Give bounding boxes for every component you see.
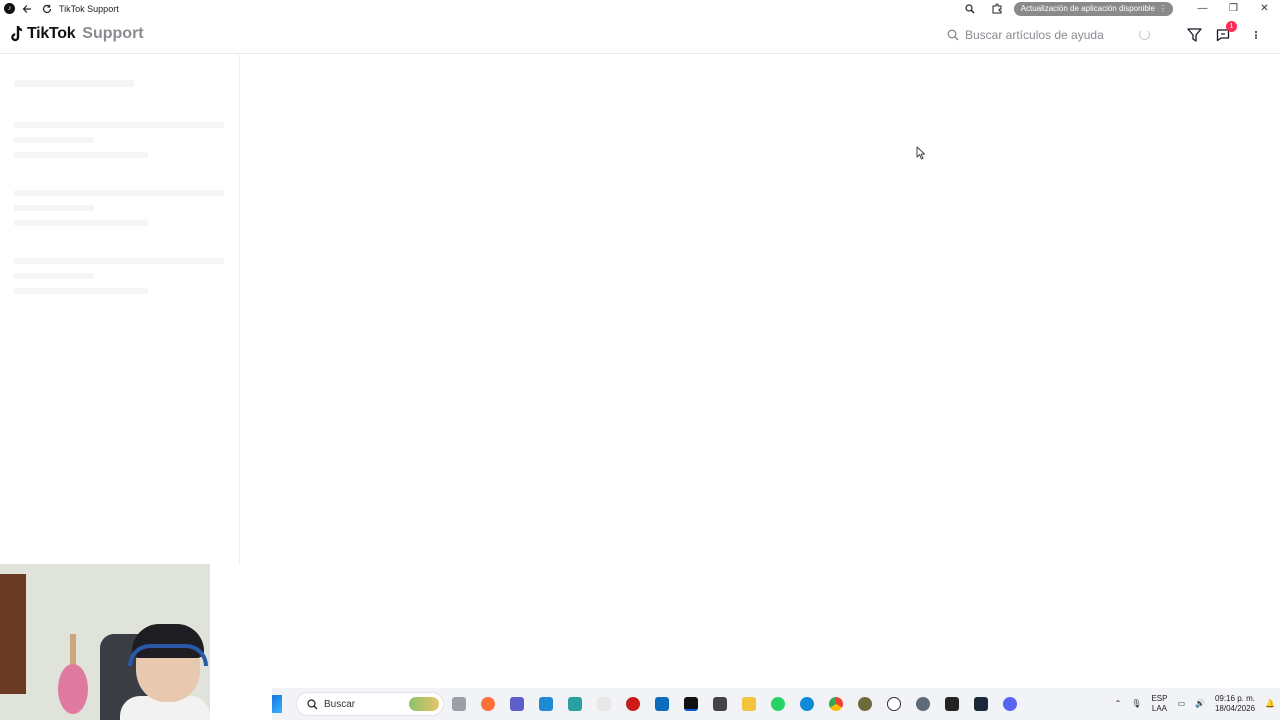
headset [128,644,208,666]
mail-icon[interactable] [647,688,676,720]
update-label: Actualización de aplicación disponible [1020,4,1155,13]
skeleton-bar [14,220,148,226]
webcam-overlay [0,564,210,720]
microphone-icon[interactable]: 🎙 [1131,699,1141,709]
taskbar-search-label: Buscar [324,698,356,710]
tiktok-support-logo[interactable]: TikTok Support [10,25,144,43]
language-bottom: LAA [1151,704,1167,713]
language-top: ESP [1151,694,1168,703]
skeleton-bar [14,205,94,211]
help-search-box[interactable] [938,22,1163,47]
filter-icon[interactable] [1185,26,1203,44]
site-header: TikTok Support 1 [0,17,1280,54]
terminal-icon[interactable] [589,688,618,720]
guitar [58,664,88,714]
tiktok-note-icon [11,26,23,42]
reload-icon[interactable] [39,1,55,17]
skeleton-bar [14,122,224,128]
restore-button[interactable]: ❐ [1218,0,1249,17]
teams-icon[interactable] [502,688,531,720]
clock-date: 18/04/2026 [1214,704,1256,713]
app-logo-icon: ♪ [4,3,15,14]
minimize-button[interactable]: — [1187,0,1218,17]
search-input[interactable] [965,27,1135,42]
folder-icon[interactable] [734,688,763,720]
search-highlight-icon [409,697,439,711]
brand-name: TikTok [27,25,76,42]
start-button[interactable] [272,695,282,713]
edge-icon[interactable] [792,688,821,720]
search-icon [947,29,959,40]
network-icon[interactable]: ▭ [1177,699,1185,709]
more-vertical-icon: ⋮ [1159,4,1167,13]
volume-icon[interactable]: 🔊 [1195,699,1205,709]
whatsapp-icon[interactable] [763,688,792,720]
window-title: TikTok Support [59,3,119,14]
skeleton-bar [14,258,224,264]
skeleton-bar [14,80,134,87]
notification-badge: 1 [1226,21,1237,32]
firefox-icon[interactable] [473,688,502,720]
gamepad-icon[interactable] [850,688,879,720]
sidebar-loading-skeleton [0,54,240,564]
clock[interactable]: 09:16 p. m. 18/04/2026 [1215,694,1255,714]
capcut-icon[interactable] [937,688,966,720]
system-tray: ⌃ 🎙 ESP LAA ▭ 🔊 09:16 p. m. 18/04/2026 🔔 [1110,688,1280,720]
skeleton-bar [14,288,148,294]
close-button[interactable]: ✕ [1249,0,1280,17]
back-arrow-icon[interactable] [19,1,35,17]
steam-icon[interactable] [966,688,995,720]
skeleton-bar [14,137,94,143]
section-name: Support [82,25,144,42]
more-options-icon[interactable] [1247,26,1265,44]
search-icon [307,698,318,709]
tiktok-icon[interactable] [676,688,705,720]
loading-spinner-icon [1139,29,1150,40]
update-available-button[interactable]: Actualización de aplicación disponible ⋮ [1013,1,1173,16]
skeleton-bar [14,273,94,279]
feedback-message-icon[interactable]: 1 [1214,21,1237,44]
opera-icon[interactable] [618,688,647,720]
skeleton-bar [14,152,148,158]
language-indicator[interactable]: ESP LAA [1151,694,1167,714]
skeleton-bar [14,190,224,196]
discord-icon[interactable] [995,688,1024,720]
taskbar-search[interactable]: Buscar [296,692,444,716]
windows-taskbar: Buscar ⌃ 🎙 ESP LAA ▭ 🔊 09:16 p. m. 18/04… [272,688,1280,720]
magnifier-icon[interactable] [962,1,978,17]
puzzle-icon[interactable] [990,1,1006,17]
task-view-icon[interactable] [444,688,473,720]
clock-time: 09:16 p. m. [1214,694,1256,703]
openai-icon[interactable] [879,688,908,720]
chevron-up-icon[interactable]: ⌃ [1115,699,1122,709]
bookshelf [0,574,26,694]
unity-icon[interactable] [705,688,734,720]
store-icon[interactable] [531,688,560,720]
settings-icon[interactable] [908,688,937,720]
mouse-cursor-icon [916,146,926,160]
chrome-icon[interactable] [821,688,850,720]
notification-center-icon[interactable]: 🔔 [1265,699,1275,709]
title-bar: ♪ TikTok Support Actualización de aplica… [0,0,1280,17]
files-icon[interactable] [560,688,589,720]
